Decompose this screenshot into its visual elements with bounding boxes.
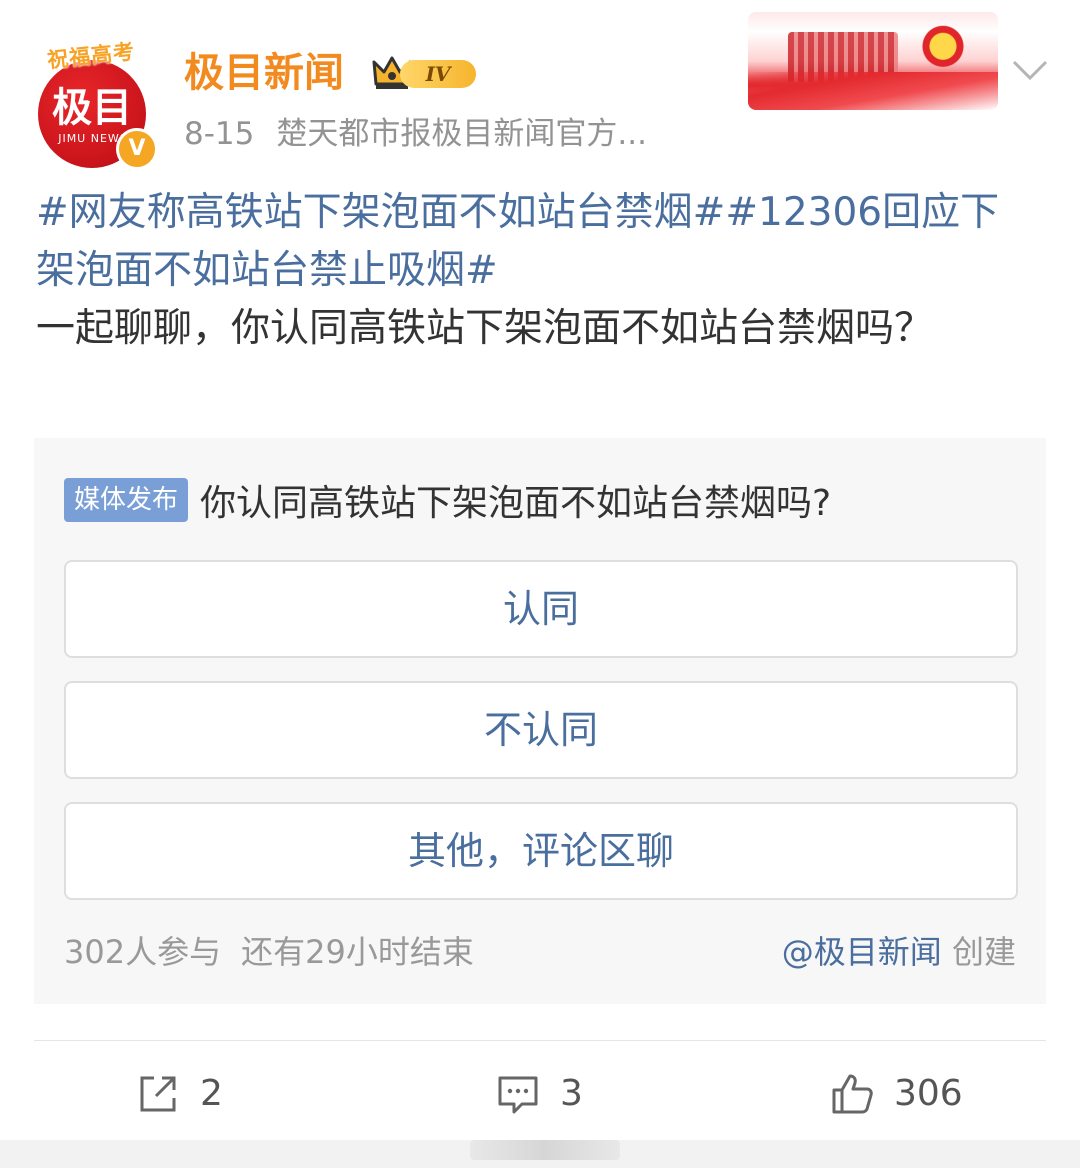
vote-question: 你认同高铁站下架泡面不如站台禁烟吗?	[200, 483, 832, 524]
avatar-ribbon: 祝福高考	[46, 39, 137, 73]
vote-option[interactable]: 认同	[64, 560, 1018, 658]
avatar-logo-text: 极目	[52, 85, 132, 131]
chevron-down-icon[interactable]	[1010, 58, 1050, 84]
like-count: 306	[894, 1073, 963, 1114]
like-button[interactable]: 306	[830, 1068, 963, 1120]
blurred-area	[470, 1140, 620, 1160]
like-icon	[832, 1074, 873, 1114]
vote-participants: 302人参与	[64, 933, 222, 971]
creator-link[interactable]: @极目新闻	[782, 933, 942, 971]
vote-footer: 302人参与 还有29小时结束 @极目新闻 创建	[64, 930, 1016, 974]
flag-graphic	[748, 72, 998, 110]
bottom-bar	[0, 1140, 1080, 1168]
level-badge[interactable]: IV	[370, 52, 482, 94]
comment-icon	[498, 1076, 538, 1114]
post-source[interactable]: 楚天都市报极目新闻官方...	[276, 116, 647, 152]
vote-time-left: 还有29小时结束	[241, 933, 474, 971]
post-text: #网友称高铁站下架泡面不如站台禁烟##12306回应下架泡面不如站台禁止吸烟# …	[36, 184, 1036, 358]
comment-button[interactable]: 3	[496, 1068, 583, 1120]
level-text: IV	[400, 60, 476, 88]
repost-icon	[140, 1076, 176, 1112]
verified-badge-icon: V	[116, 128, 158, 170]
repost-count: 2	[200, 1073, 223, 1114]
header-decoration-banner	[748, 12, 998, 110]
divider	[34, 1040, 1046, 1041]
user-name[interactable]: 极目新闻	[184, 48, 344, 98]
avatar[interactable]: 祝福高考 极目 JIMU NEWS V	[36, 39, 158, 170]
post-body: 一起聊聊，你认同高铁站下架泡面不如站台禁烟吗？	[36, 306, 934, 351]
vote-question-row: 媒体发布 你认同高铁站下架泡面不如站台禁烟吗?	[64, 474, 1024, 534]
vote-creator: @极目新闻 创建	[782, 930, 1016, 974]
comment-count: 3	[560, 1073, 583, 1114]
media-tag-badge: 媒体发布	[64, 478, 189, 522]
creator-suffix: 创建	[951, 933, 1016, 971]
vote-option[interactable]: 不认同	[64, 681, 1018, 779]
weibo-post-card: 祝福高考 极目 JIMU NEWS V 极目新闻 IV 8-15 楚天都市报极目新…	[0, 0, 1080, 1140]
vote-option[interactable]: 其他，评论区聊	[64, 802, 1018, 900]
hashtag-link[interactable]: #网友称高铁站下架泡面不如站台禁烟#	[36, 190, 725, 235]
repost-button[interactable]: 2	[136, 1068, 223, 1120]
post-meta: 8-15 楚天都市报极目新闻官方...	[184, 112, 647, 156]
post-date: 8-15	[184, 116, 255, 152]
vote-card: 媒体发布 你认同高铁站下架泡面不如站台禁烟吗? 认同 不认同 其他，评论区聊 30…	[34, 438, 1046, 1004]
